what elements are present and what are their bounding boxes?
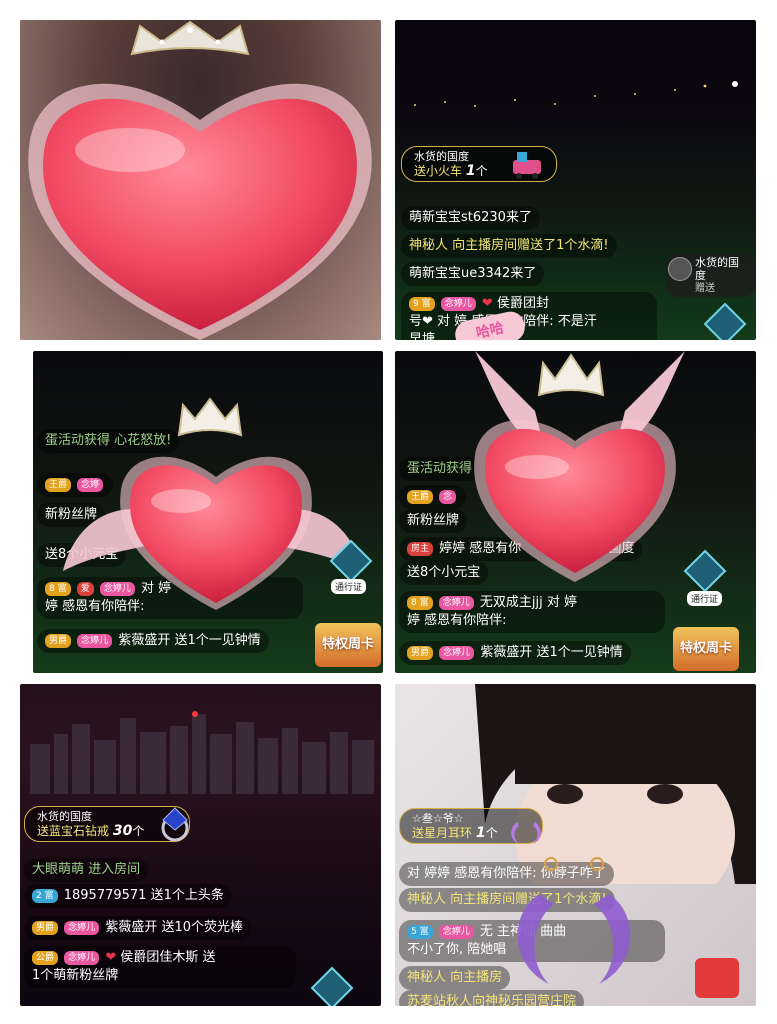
user-sub: 赠送	[695, 283, 715, 294]
city-skyline	[30, 711, 374, 794]
gift-count: 1	[475, 825, 486, 841]
rank-badge: 男爵	[32, 920, 59, 935]
chat-message: 男爵 念婷儿 紫薇盛开 送1个一见钟情	[37, 629, 269, 653]
gift-user-chip[interactable]: 水货的国度 赠送	[665, 254, 756, 297]
moon-earring-overlay	[517, 857, 631, 984]
chat-message: 公爵 念婷儿 ❤ 侯爵团佳木斯 送 1个萌新粉丝牌	[24, 946, 296, 988]
rank-badge: 男爵	[407, 645, 434, 660]
chat-message: 神秘人 向主播房间赠送了1个水滴!	[401, 234, 617, 258]
rank-badge: 王爵	[407, 489, 434, 504]
heart-icon	[28, 83, 372, 340]
stream-panel-3: 蛋活动获得 心花怒放! 王爵 念婷 新粉丝牌 送8个小元宝 8 富 爱 念婷儿 …	[33, 351, 383, 673]
fan-badge: 念婷儿	[440, 296, 476, 311]
gift-unit: 个	[475, 164, 488, 178]
chat-message: 王爵 念	[399, 485, 467, 509]
pass-icon[interactable]	[329, 539, 373, 583]
wealth-badge: 5 富	[407, 924, 433, 939]
stream-panel-5: 水货的国度 送蓝宝石钻戒 30个 大眼萌萌 进入房间 2 富 189577957…	[20, 684, 381, 1006]
gift-text: 送蓝宝石钻戒	[37, 824, 110, 838]
chat-message: 男爵 念婷儿 紫薇盛开 送10个荧光棒	[24, 916, 251, 940]
train-gift-icon	[513, 152, 541, 179]
avatar	[668, 257, 692, 281]
fan-badge: 念婷儿	[77, 633, 113, 648]
chat-text: 无	[479, 924, 493, 939]
chat-text: 侯爵团佳木斯	[120, 950, 199, 965]
chat-text: 早塘	[409, 332, 436, 340]
pass-label[interactable]: 通行证	[331, 579, 367, 594]
earring-gift-icon	[511, 822, 541, 844]
weekly-card-button[interactable]: 特权周卡	[315, 623, 381, 667]
city-lights	[414, 81, 738, 107]
wealth-badge: 2 富	[32, 888, 58, 903]
chat-message: 9 富 念婷儿 ❤ 侯爵团封 号❤ 对 婷 感恩有你陪伴: 不是汗 早塘	[401, 292, 657, 340]
gift-count: 30	[112, 823, 133, 839]
chat-message: 大眼萌萌 进入房间	[24, 858, 149, 882]
chat-text: 紫薇盛开 送1个一见钟情	[480, 645, 623, 660]
chat-message: 男爵 念婷儿 紫薇盛开 送1个一见钟情	[399, 641, 631, 665]
weekly-card-button[interactable]: 特权周卡	[673, 627, 739, 671]
chat-text: 紫薇盛开 送10个荧光棒	[105, 920, 243, 935]
heart-icon	[120, 456, 312, 610]
rank-badge: 公爵	[32, 950, 59, 965]
chat-message: 萌新宝宝ue3342来了	[401, 262, 545, 286]
pass-icon[interactable]	[310, 966, 354, 1006]
ring-gift-icon	[161, 807, 189, 842]
chat-message: 神秘人 向主播房	[399, 966, 511, 990]
heart-icon: ❤	[481, 296, 493, 311]
chat-text: 侯爵团封	[496, 296, 549, 311]
chat-message: 新粉丝牌	[399, 509, 468, 533]
fan-badge: 念婷儿	[64, 920, 100, 935]
pass-icon[interactable]	[703, 302, 747, 340]
gift-text: 送小火车	[414, 164, 463, 178]
fan-badge: 念婷儿	[438, 924, 474, 939]
stream-panel-6: ☆叁☆爷☆ 送星月耳环 1个 对 婷婷 感恩有你陪伴: 你脖子咋了 神秘人 向主…	[395, 684, 756, 1006]
rank-badge: 男爵	[45, 633, 72, 648]
crown-icon	[537, 353, 605, 397]
gift-unit: 个	[132, 824, 145, 838]
gift-text: 送星月耳环	[412, 826, 473, 840]
heart-icon	[474, 420, 676, 582]
chat-message: 萌新宝宝st6230来了	[401, 206, 540, 230]
chat-message: 2 富 1895779571 送1个上头条	[24, 884, 232, 908]
chat-text: 不小了你, 陪她唱	[407, 942, 507, 957]
stream-panel-2: 水货的国度 送小火车 1个 萌新宝宝st6230来了 神秘人 向主播房间赠送了1…	[395, 20, 756, 340]
fan-badge: 念	[439, 489, 457, 504]
gift-unit: 个	[485, 826, 498, 840]
fan-badge: 念婷儿	[64, 950, 100, 965]
stream-panel-4: 蛋活动获得 王爵 念 新粉丝牌 房主 婷婷 感恩有你 的国度 送8个小元宝 8 …	[395, 351, 756, 673]
chat-text: 1895779571 送1个上头条	[63, 888, 224, 903]
fan-badge: 念婷儿	[438, 595, 474, 610]
love-badge: 爱	[76, 581, 94, 596]
wealth-badge: 8 富	[407, 595, 433, 610]
chat-text: 无双成主jjj 对 婷	[479, 595, 577, 610]
heart-icon: ❤	[105, 950, 117, 965]
fan-badge: 念婷儿	[439, 645, 475, 660]
wealth-badge: 9 富	[409, 296, 435, 311]
red-envelope-icon[interactable]	[695, 958, 739, 998]
chat-text: 1个萌新粉丝牌	[32, 968, 119, 983]
pass-label[interactable]: 通行证	[687, 591, 723, 606]
chat-text: 紫薇盛开 送1个一见钟情	[118, 633, 261, 648]
pass-icon[interactable]	[683, 549, 727, 593]
gift-count: 1	[465, 163, 476, 179]
chat-text: 送	[202, 950, 216, 965]
wealth-badge: 8 富	[45, 581, 71, 596]
chat-text: 婷 感恩有你陪伴:	[407, 613, 507, 628]
chat-message: 8 富 念婷儿 无双成主jjj 对 婷 婷 感恩有你陪伴:	[399, 591, 665, 633]
host-badge: 房主	[407, 541, 434, 556]
user-name: 水货的国度	[695, 256, 739, 282]
stream-panel-1	[20, 20, 381, 340]
